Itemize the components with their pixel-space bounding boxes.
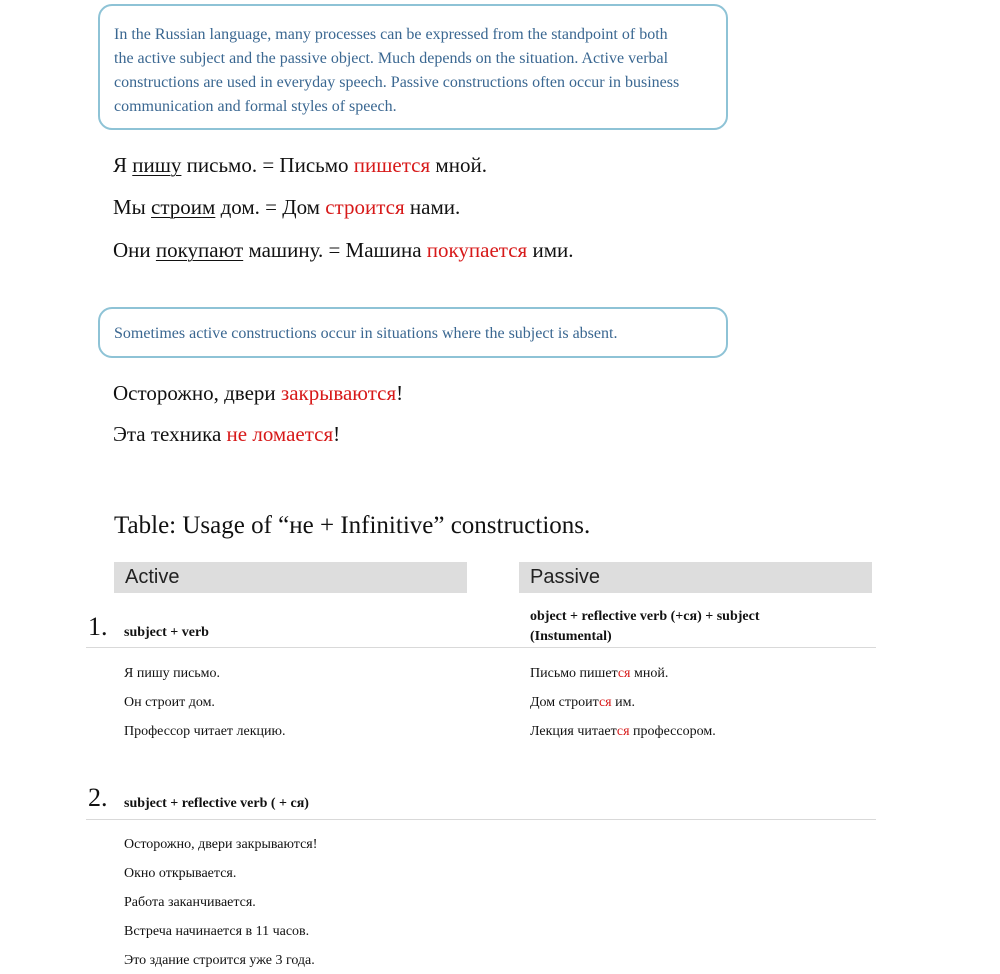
reflexive-example-1: Осторожно, двери закрываются! (124, 837, 318, 852)
sentence-text: дом. = Дом (215, 195, 326, 219)
example-text: Дом строит (530, 695, 599, 710)
table-title: Table: Usage of “не + Infinitive” constr… (114, 512, 591, 539)
row-divider (86, 819, 876, 820)
sentence-text: Эта техника (113, 422, 227, 446)
sentence-text: нами. (404, 195, 461, 219)
active-example-2: Он строит дом. (124, 695, 215, 710)
highlighted-passive-verb: покупается (426, 238, 528, 262)
highlighted-suffix: ся (616, 724, 630, 739)
sentence-text: ими. (527, 238, 574, 262)
highlighted-suffix: ся (617, 666, 631, 681)
sentence-text: мной. (430, 153, 487, 177)
row-number-2: 2. (88, 783, 108, 812)
highlighted-verb: не ломается (226, 422, 334, 446)
row-divider (86, 647, 876, 648)
example-text: Лекция читает (530, 724, 617, 739)
reflexive-example-2: Окно открывается. (124, 866, 237, 881)
example-sentence-5: Эта техника не ломается! (113, 421, 340, 447)
rule-active: subject + verb (124, 625, 209, 640)
example-sentence-1: Я пишу письмо. = Письмо пишется мной. (113, 152, 487, 178)
example-sentence-4: Осторожно, двери закрываются! (113, 380, 403, 406)
example-sentence-3: Они покупают машину. = Машина покупается… (113, 237, 573, 263)
note-intro-line-3: constructions are used in everyday speec… (114, 74, 680, 91)
note-subjectless-text: Sometimes active constructions occur in … (114, 325, 618, 342)
column-header-active: Active (114, 562, 467, 593)
active-example-3: Профессор читает лекцию. (124, 724, 286, 739)
note-intro-line-2: the active subject and the passive objec… (114, 50, 669, 67)
sentence-text: Они (113, 238, 156, 262)
underlined-active-verb: покупают (155, 238, 244, 262)
reflexive-example-5: Это здание строится уже 3 года. (124, 953, 315, 968)
rule-reflexive: subject + reflective verb ( + ся) (124, 796, 309, 811)
row-number-1: 1. (88, 612, 108, 641)
sentence-text: ! (333, 422, 341, 446)
example-sentence-2: Мы строим дом. = Дом строится нами. (113, 194, 460, 220)
highlighted-verb: закрываются (280, 381, 397, 405)
info-note-subjectless: Sometimes active constructions occur in … (98, 307, 728, 358)
highlighted-suffix: ся (598, 695, 612, 710)
sentence-text: Мы (113, 195, 152, 219)
sentence-text: Осторожно, двери (113, 381, 281, 405)
example-text: мной. (630, 666, 669, 681)
sentence-text: письмо. = Письмо (181, 153, 354, 177)
rule-passive-line-2: (Instumental) (530, 629, 612, 644)
example-text: им. (611, 695, 635, 710)
active-example-1: Я пишу письмо. (124, 666, 221, 681)
reflexive-example-4: Встреча начинается в 11 часов. (124, 924, 310, 939)
info-note-intro: In the Russian language, many processes … (98, 4, 728, 130)
note-intro-line-1: In the Russian language, many processes … (114, 26, 668, 43)
sentence-text: Я (113, 153, 133, 177)
highlighted-passive-verb: строится (325, 195, 405, 219)
reflexive-example-3: Работа заканчивается. (124, 895, 256, 910)
example-text: профессором. (629, 724, 716, 739)
sentence-text: машину. = Машина (243, 238, 427, 262)
example-text: Письмо пишет (530, 666, 618, 681)
column-header-passive: Passive (519, 562, 872, 593)
sentence-text: ! (396, 381, 404, 405)
underlined-active-verb: строим (151, 195, 216, 219)
passive-example-1: Письмо пишется мной. (530, 664, 668, 684)
passive-example-2: Дом строится им. (530, 693, 635, 713)
underlined-active-verb: пишу (132, 153, 182, 177)
passive-example-3: Лекция читается профессором. (530, 722, 716, 742)
note-intro-line-4: communication and formal styles of speec… (114, 98, 397, 115)
rule-passive-line-1: object + reflective verb (+ся) + subject (530, 609, 760, 624)
highlighted-passive-verb: пишется (353, 153, 431, 177)
